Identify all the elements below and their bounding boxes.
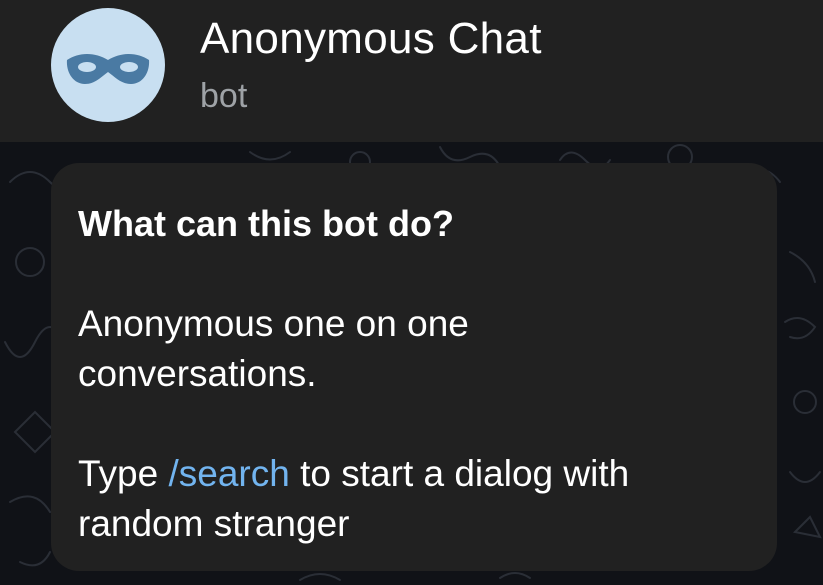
chat-subtitle: bot	[200, 77, 248, 115]
chat-header[interactable]: Anonymous Chat bot	[0, 0, 823, 142]
bot-description-line-1: Anonymous one on one	[78, 303, 469, 344]
bot-avatar[interactable]	[51, 8, 165, 122]
bot-description-line-2: conversations.	[78, 353, 317, 394]
bot-usage-line-2: random stranger	[78, 503, 350, 544]
mask-icon	[66, 54, 150, 84]
chat-title: Anonymous Chat	[200, 14, 542, 63]
bot-info-bubble: What can this bot do? Anonymous one on o…	[51, 163, 777, 571]
search-command-link[interactable]: /search	[169, 453, 290, 494]
usage-prefix: Type	[78, 453, 169, 494]
bot-usage-line-1: Type /search to start a dialog with	[78, 449, 750, 499]
bot-info-heading: What can this bot do?	[78, 203, 454, 244]
usage-suffix: to start a dialog with	[289, 453, 630, 494]
